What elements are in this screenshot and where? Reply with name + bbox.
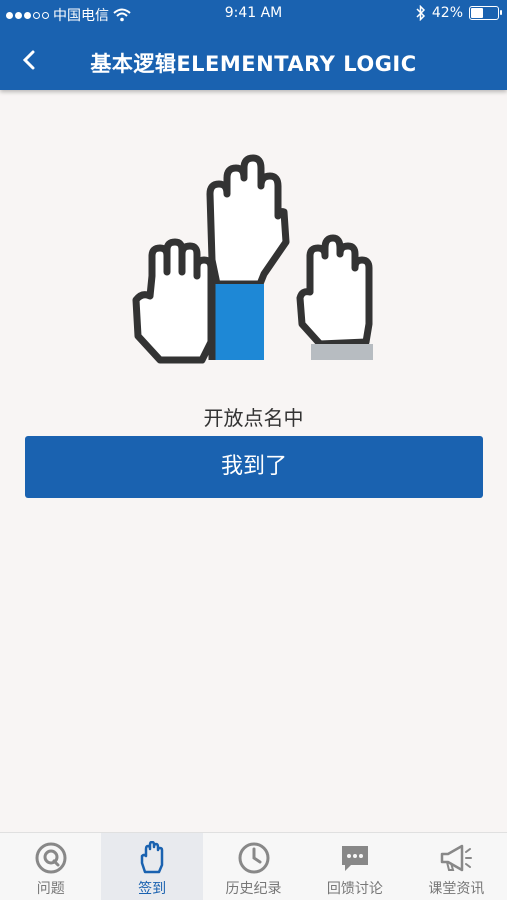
bluetooth-icon bbox=[416, 5, 425, 21]
battery-percent: 42% bbox=[431, 5, 463, 21]
hand-icon bbox=[140, 841, 164, 874]
navigation-bar: 基本逻辑ELEMENTARY LOGIC bbox=[0, 34, 507, 90]
status-right: 42% bbox=[416, 5, 502, 21]
tab-history[interactable]: 历史纪录 bbox=[203, 833, 304, 900]
chat-bubble-icon bbox=[341, 846, 368, 871]
top-bar: 中国电信 9:41 AM 42% 基本逻辑ELEMENTARY LOGIC bbox=[0, 0, 507, 90]
question-circle-icon bbox=[35, 842, 67, 874]
tab-questions[interactable]: 问题 bbox=[0, 833, 101, 900]
battery-icon bbox=[469, 6, 502, 20]
tab-bar: 问题 签到 历史纪录 回馈讨论 课堂资讯 bbox=[0, 832, 507, 900]
check-in-button[interactable]: 我到了 bbox=[25, 436, 483, 498]
tab-label: 课堂资讯 bbox=[428, 881, 485, 897]
tab-feedback[interactable]: 回馈讨论 bbox=[304, 833, 405, 900]
page-title: 基本逻辑ELEMENTARY LOGIC bbox=[90, 52, 417, 76]
tab-label: 历史纪录 bbox=[225, 881, 282, 897]
tab-label: 回馈讨论 bbox=[326, 881, 383, 897]
tab-label: 问题 bbox=[36, 881, 65, 897]
raised-hands-icon bbox=[132, 154, 373, 364]
megaphone-icon bbox=[441, 844, 473, 872]
rollcall-status-text: 开放点名中 bbox=[203, 406, 304, 430]
tab-class-news[interactable]: 课堂资讯 bbox=[406, 833, 507, 900]
tab-checkin[interactable]: 签到 bbox=[101, 833, 203, 900]
tab-label: 签到 bbox=[138, 881, 167, 897]
status-bar: 中国电信 9:41 AM 42% bbox=[0, 0, 507, 28]
clock-icon bbox=[238, 842, 270, 874]
